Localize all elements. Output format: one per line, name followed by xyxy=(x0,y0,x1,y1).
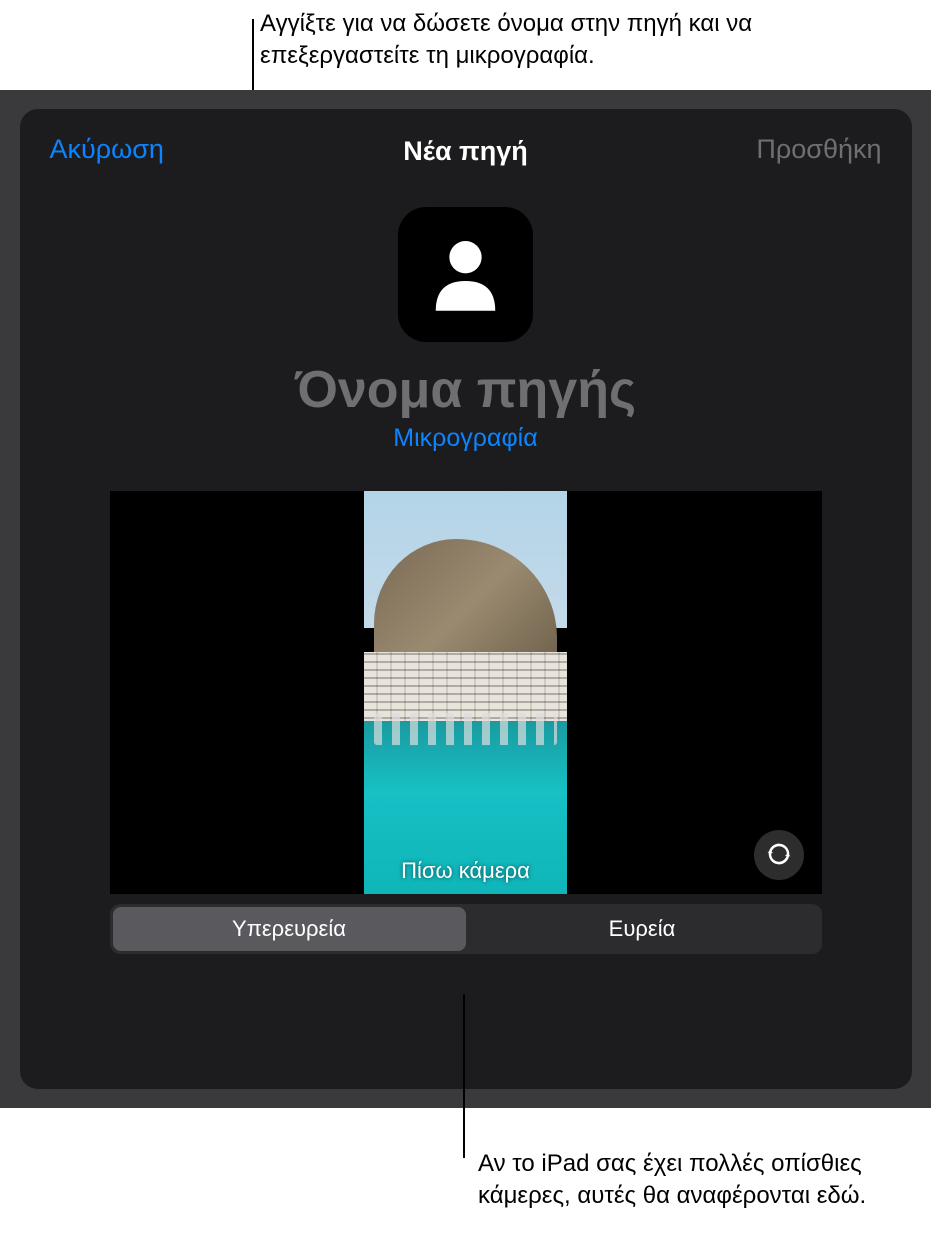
new-source-modal: Ακύρωση Νέα πηγή Προσθήκη Μικρογραφία Πί… xyxy=(20,109,912,1089)
edit-thumbnail-button[interactable]: Μικρογραφία xyxy=(20,424,912,453)
camera-preview: Πίσω κάμερα xyxy=(110,491,822,894)
modal-header: Ακύρωση Νέα πηγή Προσθήκη xyxy=(20,109,912,165)
cancel-button[interactable]: Ακύρωση xyxy=(50,134,164,165)
camera-flip-icon xyxy=(764,839,794,872)
camera-preview-image: Πίσω κάμερα xyxy=(364,491,567,894)
device-background: Ακύρωση Νέα πηγή Προσθήκη Μικρογραφία Πί… xyxy=(0,90,931,1108)
modal-title: Νέα πηγή xyxy=(403,136,527,167)
lens-segmented-control[interactable]: Υπερευρεία Ευρεία xyxy=(110,904,822,954)
person-icon xyxy=(423,230,508,320)
flip-camera-button[interactable] xyxy=(754,830,804,880)
segment-wide[interactable]: Ευρεία xyxy=(466,907,819,951)
source-name-input[interactable] xyxy=(20,360,912,420)
callout-top-text: Αγγίξτε για να δώσετε όνομα στην πηγή κα… xyxy=(260,8,820,73)
callout-leader-line xyxy=(463,994,465,1158)
camera-label: Πίσω κάμερα xyxy=(401,858,530,884)
source-avatar[interactable] xyxy=(398,207,533,342)
add-button[interactable]: Προσθήκη xyxy=(756,134,881,165)
callout-bottom-text: Αν το iPad σας έχει πολλές οπίσθιες κάμε… xyxy=(478,1148,878,1213)
segment-ultrawide[interactable]: Υπερευρεία xyxy=(113,907,466,951)
